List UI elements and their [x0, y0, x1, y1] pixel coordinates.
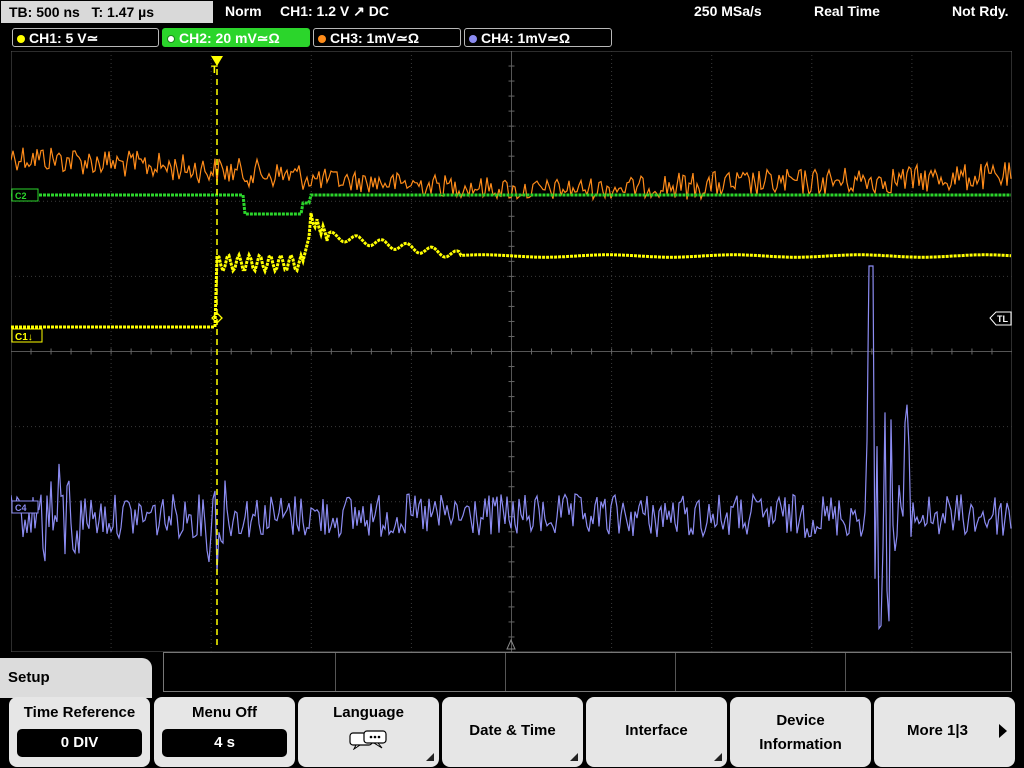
channel-tab-label: CH2: 20 mV≃Ω — [179, 30, 280, 46]
channel-tab-label: CH1: 5 V≃ — [29, 30, 99, 46]
acquisition-mode-text: Real Time — [814, 3, 880, 19]
ch2-marker-label: C2 — [15, 191, 27, 201]
channel-tab-ch3[interactable]: CH3: 1mV≃Ω — [313, 28, 461, 47]
trigger-t-icon: T — [211, 64, 218, 76]
ch1-marker[interactable]: C1↓ — [11, 328, 43, 343]
speech-bubble-icon — [349, 730, 387, 750]
ch4-marker[interactable]: C4 — [11, 500, 39, 514]
submenu-corner-icon — [714, 753, 722, 761]
time-reference-softkey[interactable]: Time Reference 0 DIV — [9, 697, 150, 767]
trigger-info-text[interactable]: CH1: 1.2 V ↗ DC — [280, 3, 389, 20]
device-info-line1: Device — [776, 712, 825, 729]
waveform-display[interactable]: T C1↓ C2 C4 TL — [11, 51, 1012, 652]
sample-rate-text: 250 MSa/s — [694, 3, 762, 19]
ch1-marker-label: C1↓ — [15, 332, 33, 343]
interface-softkey[interactable]: Interface — [586, 697, 727, 767]
ch3-dot-icon — [318, 35, 326, 43]
status-bar: TB: 500 ns T: 1.47 µs Norm CH1: 1.2 V ↗ … — [0, 0, 1024, 24]
menu-title: Setup — [8, 669, 50, 686]
info-strip — [163, 652, 1012, 692]
ch4-marker-label: C4 — [15, 503, 27, 513]
time-reference-value: 0 DIV — [17, 729, 142, 757]
language-softkey[interactable]: Language — [298, 697, 439, 767]
menu-title-tab: Setup — [0, 658, 152, 698]
more-softkey[interactable]: More 1|3 — [874, 697, 1015, 767]
right-arrow-icon — [999, 724, 1007, 738]
timebase-box[interactable]: TB: 500 ns T: 1.47 µs — [1, 1, 213, 23]
trigger-mode-text[interactable]: Norm — [225, 3, 262, 19]
language-title: Language — [333, 704, 404, 721]
menu-off-title: Menu Off — [192, 704, 257, 721]
date-time-softkey[interactable]: Date & Time — [442, 697, 583, 767]
device-info-line2: Information — [759, 736, 842, 753]
submenu-corner-icon — [426, 753, 434, 761]
menu-off-value: 4 s — [162, 729, 287, 757]
channel-tab-ch4[interactable]: CH4: 1mV≃Ω — [464, 28, 612, 47]
device-information-softkey[interactable]: Device Information — [730, 697, 871, 767]
submenu-corner-icon — [570, 753, 578, 761]
ch2-marker[interactable]: C2 — [11, 188, 39, 202]
ch2-dot-icon — [167, 35, 175, 43]
more-label: More 1|3 — [907, 722, 968, 739]
channel-tab-ch2[interactable]: CH2: 20 mV≃Ω — [162, 28, 310, 47]
time-reference-title: Time Reference — [23, 704, 136, 721]
menu-off-softkey[interactable]: Menu Off 4 s — [154, 697, 295, 767]
trigger-time-text: T: 1.47 µs — [91, 4, 155, 20]
interface-label: Interface — [625, 722, 688, 739]
channel-tab-ch1[interactable]: CH1: 5 V≃ — [12, 28, 159, 47]
date-time-label: Date & Time — [469, 722, 556, 739]
acquisition-state-text: Not Rdy. — [952, 3, 1009, 19]
channel-tab-label: CH4: 1mV≃Ω — [481, 30, 571, 46]
trigger-level-label: TL — [997, 314, 1008, 324]
timebase-text: TB: 500 ns — [9, 4, 80, 20]
channel-tab-label: CH3: 1mV≃Ω — [330, 30, 420, 46]
ch1-dot-icon — [17, 35, 25, 43]
ch4-dot-icon — [469, 35, 477, 43]
